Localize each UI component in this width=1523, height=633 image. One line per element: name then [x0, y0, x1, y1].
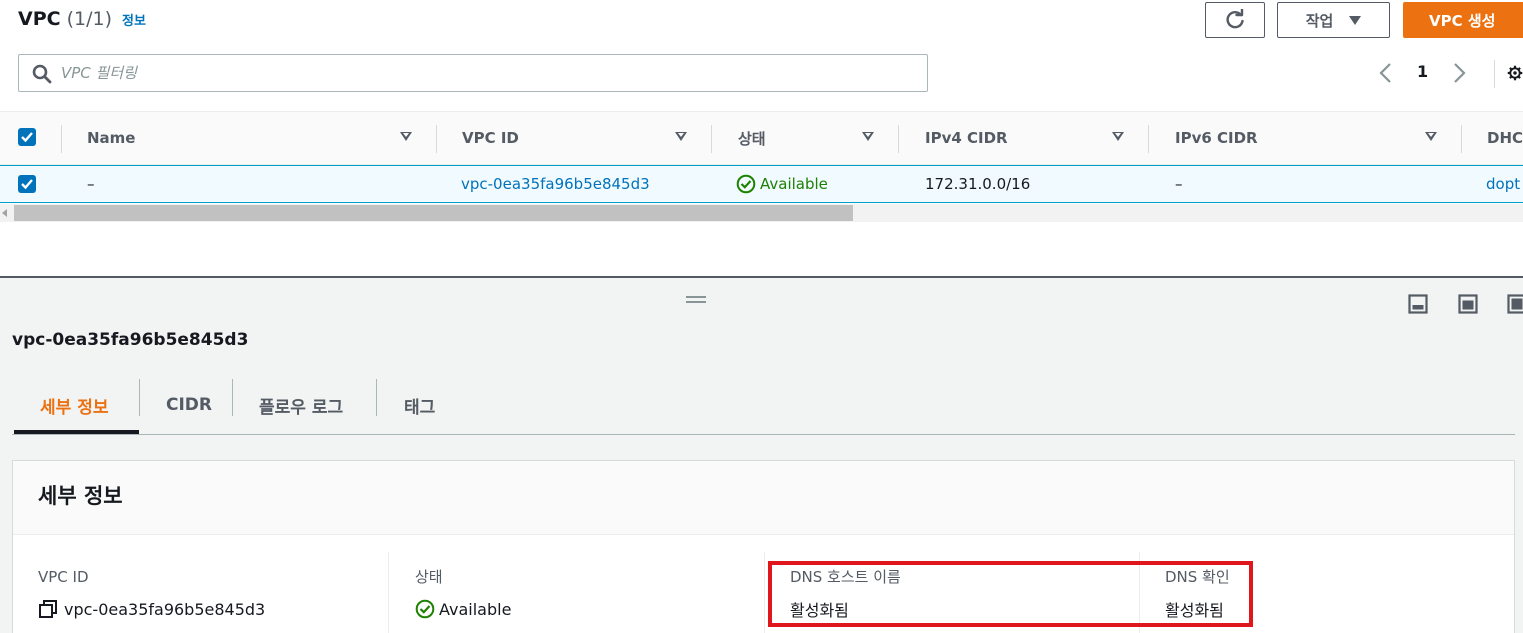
panel-side-icon[interactable]: [1458, 294, 1478, 314]
copy-icon[interactable]: [38, 599, 58, 619]
cell-dhcp-link[interactable]: dopt: [1486, 166, 1520, 202]
actions-label: 작업: [1305, 11, 1334, 30]
sort-icon[interactable]: [1425, 132, 1437, 141]
resize-handle-icon[interactable]: [686, 296, 706, 298]
status-check-icon: [736, 174, 756, 194]
tab-tags[interactable]: 태그: [404, 380, 435, 430]
active-tab-indicator: [14, 430, 139, 434]
field-value-vpc-id: vpc-0ea35fa96b5e845d3: [38, 599, 265, 619]
caret-down-icon: [1349, 15, 1362, 25]
page-title-text: VPC: [18, 8, 61, 30]
checkbox-checked-icon: [18, 175, 36, 193]
sort-icon[interactable]: [1112, 132, 1124, 141]
tab-flow-logs[interactable]: 플로우 로그: [259, 380, 343, 430]
cell-ipv6-cidr: –: [1175, 175, 1183, 193]
field-value-vpc-id-text: vpc-0ea35fa96b5e845d3: [64, 599, 266, 619]
column-divider: [764, 552, 765, 633]
row-checkbox[interactable]: [18, 166, 36, 202]
column-header-vpc-id[interactable]: VPC ID: [462, 112, 519, 164]
field-value-state: Available: [415, 599, 511, 619]
column-separator[interactable]: [898, 125, 899, 153]
vpc-filter-box: [18, 54, 928, 92]
checkmark-icon: [21, 132, 33, 143]
cell-state-text: Available: [760, 175, 828, 193]
column-separator: [61, 125, 62, 153]
tab-separator: [139, 379, 140, 416]
tab-details[interactable]: 세부 정보: [40, 380, 108, 430]
cell-ipv4-cidr: 172.31.0.0/16: [925, 175, 1031, 193]
cell-vpc-id-link[interactable]: vpc-0ea35fa96b5e845d3: [461, 166, 650, 202]
sort-icon[interactable]: [675, 132, 687, 141]
tab-bar-line: [12, 434, 1515, 435]
column-header-ipv6-cidr[interactable]: IPv6 CIDR: [1175, 112, 1258, 164]
vpc-filter-input[interactable]: [61, 55, 911, 91]
column-separator[interactable]: [711, 125, 712, 153]
column-header-ipv4-cidr[interactable]: IPv4 CIDR: [925, 112, 1008, 164]
tab-separator: [376, 379, 377, 416]
select-all-checkbox[interactable]: [18, 111, 36, 163]
panel-bottom-icon[interactable]: [1408, 294, 1428, 314]
field-label-vpc-id: VPC ID: [38, 568, 89, 586]
details-card-title: 세부 정보: [38, 484, 123, 508]
info-link[interactable]: 정보: [122, 14, 146, 29]
vpc-console-page: VPC(1/1) 정보 작업 VPC 생성 1: [0, 0, 1523, 633]
cell-state: Available: [736, 166, 828, 202]
search-icon: [32, 64, 52, 84]
table-row[interactable]: – vpc-0ea35fa96b5e845d3 Available 172.31…: [0, 165, 1523, 203]
resource-count: (1/1): [66, 8, 112, 30]
table-header: Name VPC ID 상태 IPv4 CIDR IPv6 CIDR DHC: [0, 111, 1523, 165]
sort-icon[interactable]: [862, 132, 874, 141]
chevron-left-icon[interactable]: [1378, 62, 1394, 84]
column-separator[interactable]: [1148, 125, 1149, 153]
column-separator[interactable]: [1461, 125, 1462, 153]
current-page[interactable]: 1: [1417, 62, 1428, 81]
field-label-state: 상태: [415, 568, 443, 586]
gear-icon[interactable]: [1507, 62, 1523, 84]
refresh-icon: [1226, 9, 1244, 29]
create-vpc-label: VPC 생성: [1429, 11, 1496, 30]
split-panel-divider[interactable]: [0, 276, 1523, 278]
panel-full-icon[interactable]: [1507, 294, 1523, 314]
column-header-dhcp[interactable]: DHC: [1487, 112, 1523, 164]
status-check-icon: [415, 599, 435, 619]
actions-dropdown-button[interactable]: 작업: [1277, 2, 1390, 38]
cell-name: –: [87, 175, 95, 193]
column-separator[interactable]: [436, 125, 437, 153]
chevron-right-icon[interactable]: [1451, 62, 1467, 84]
detail-panel-title: vpc-0ea35fa96b5e845d3: [12, 330, 249, 350]
tab-cidr[interactable]: CIDR: [166, 380, 212, 430]
checkbox-checked-icon: [18, 128, 36, 146]
column-divider: [388, 552, 389, 633]
tab-separator: [232, 379, 233, 416]
column-header-state[interactable]: 상태: [738, 112, 766, 164]
highlight-box: [768, 561, 1253, 627]
checkmark-icon: [21, 179, 33, 190]
scrollbar-thumb[interactable]: [14, 205, 853, 221]
pagination-divider: [1494, 60, 1495, 88]
field-value-state-text: Available: [439, 599, 512, 619]
sort-icon[interactable]: [400, 132, 412, 141]
page-title: VPC (1/1) 정보: [18, 8, 146, 30]
details-card-header: [13, 461, 1514, 535]
create-vpc-button[interactable]: VPC 생성: [1403, 2, 1523, 38]
refresh-button[interactable]: [1205, 2, 1265, 38]
scroll-left-arrow-icon[interactable]: [2, 209, 8, 217]
column-header-name[interactable]: Name: [87, 112, 135, 164]
